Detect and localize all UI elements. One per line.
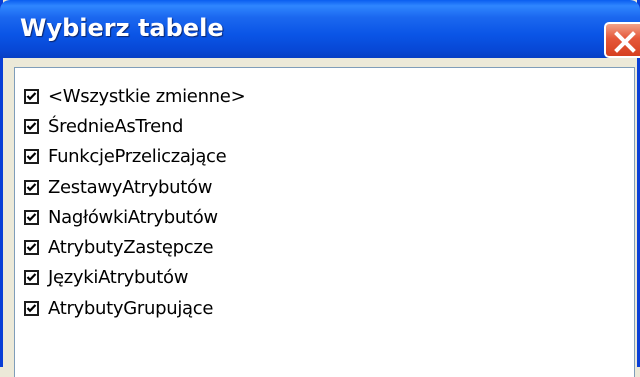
list-item-label: AtrybutyGrupujące — [48, 297, 214, 319]
checkbox[interactable] — [24, 179, 39, 195]
list-item-label: FunkcjePrzeliczające — [48, 146, 227, 168]
checkmark-icon — [26, 91, 37, 101]
checkbox[interactable] — [24, 209, 39, 225]
list-item[interactable]: ŚrednieAsTrend — [24, 111, 245, 141]
list-item-label: ZestawyAtrybutów — [48, 176, 213, 198]
list-item[interactable]: <Wszystkie zmienne> — [24, 81, 246, 111]
close-button[interactable] — [604, 22, 640, 58]
checkmark-icon — [26, 303, 37, 313]
list-item-label: JęzykiAtrybutów — [48, 267, 189, 289]
checkmark-icon — [26, 152, 37, 161]
list-item-label: NagłówkiAtrybutów — [48, 206, 218, 228]
checkbox[interactable] — [24, 300, 39, 316]
checkmark-icon — [26, 273, 37, 282]
checkmark-icon — [26, 243, 37, 252]
checklist-items: <Wszystkie zmienne> ŚrednieAsTrend Funkc… — [24, 81, 246, 323]
list-item[interactable]: ZestawyAtrybutów — [24, 172, 245, 202]
checkmark-icon — [26, 122, 37, 131]
list-item-label: AtrybutyZastępcze — [48, 237, 214, 259]
list-item-label: ŚrednieAsTrend — [48, 115, 184, 137]
checkbox[interactable] — [24, 149, 39, 165]
list-item[interactable]: FunkcjePrzeliczające — [24, 142, 245, 172]
checkbox[interactable] — [24, 88, 39, 104]
list-item[interactable]: AtrybutyZastępcze — [24, 232, 245, 262]
dialog-window: Wybierz tabele <Wszystkie zmienne> Średn… — [0, 0, 640, 377]
checkbox[interactable] — [24, 118, 39, 134]
window-title: Wybierz tabele — [20, 14, 224, 42]
checkmark-icon — [26, 213, 37, 222]
close-icon — [614, 31, 636, 53]
checkmark-icon — [26, 182, 37, 191]
list-item[interactable]: JęzykiAtrybutów — [24, 263, 245, 293]
checkbox[interactable] — [24, 270, 39, 286]
list-item[interactable]: AtrybutyGrupujące — [24, 293, 245, 323]
list-item[interactable]: NagłówkiAtrybutów — [24, 202, 245, 232]
table-checklist[interactable]: <Wszystkie zmienne> ŚrednieAsTrend Funkc… — [14, 67, 635, 377]
checkbox[interactable] — [24, 240, 39, 256]
title-bar[interactable]: Wybierz tabele — [0, 0, 640, 58]
list-item-label: <Wszystkie zmienne> — [48, 85, 246, 107]
